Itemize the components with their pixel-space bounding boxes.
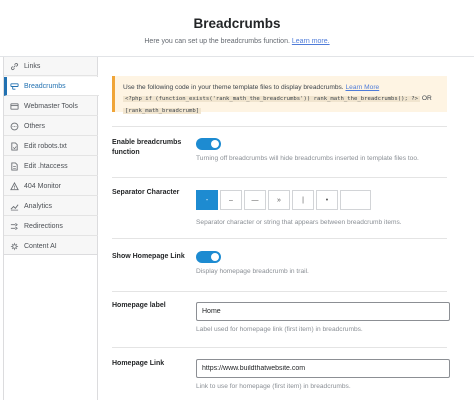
homepage-link-input[interactable] — [196, 359, 450, 378]
notice-text: Use the following code in your theme tem… — [123, 84, 344, 91]
divider — [112, 347, 447, 348]
toggle-knob — [211, 253, 219, 261]
toggle-knob — [211, 140, 219, 148]
enable-breadcrumbs-toggle[interactable] — [196, 138, 221, 150]
show-homepage-link-toggle[interactable] — [196, 251, 221, 263]
sidebar-item-label: Analytics — [24, 202, 53, 210]
sidebar-item-redirections[interactable]: Redirections — [4, 217, 98, 236]
sidebar-item-label: Content AI — [24, 243, 57, 250]
homepage-link-desc: Link to use for homepage (first item) in… — [196, 383, 351, 390]
sidebar-item-label: Others — [24, 122, 46, 130]
enable-breadcrumbs-label: Enable breadcrumbs function — [112, 139, 182, 156]
robots-icon — [10, 141, 19, 151]
breadcrumbs-icon — [10, 82, 19, 91]
subtitle-text: Here you can set up the breadcrumbs func… — [144, 38, 290, 45]
monitor-icon — [10, 181, 19, 191]
settings-content: Use the following code in your theme tem… — [99, 57, 474, 400]
sidebar-item-links[interactable]: Links — [4, 57, 98, 76]
code-notice: Use the following code in your theme tem… — [112, 76, 447, 114]
separator-option-en-dash[interactable]: – — [220, 190, 242, 210]
sidebar-item-label: Breadcrumbs — [24, 82, 66, 90]
custom-separator-input[interactable] — [340, 190, 371, 210]
sidebar-item-others[interactable]: Others — [4, 117, 98, 136]
homepage-label-desc: Label used for homepage link (first item… — [196, 326, 363, 333]
separator-option-raquo[interactable]: » — [268, 190, 290, 210]
webmaster-icon — [10, 102, 19, 111]
homepage-label-label: Homepage label — [112, 302, 166, 309]
divider — [112, 238, 447, 239]
htaccess-icon — [10, 161, 19, 171]
divider — [112, 177, 447, 178]
homepage-label-input[interactable] — [196, 302, 450, 321]
separator-option-hyphen[interactable]: - — [196, 190, 218, 210]
show-homepage-link-label: Show Homepage Link — [112, 253, 185, 260]
sidebar-item-htaccess[interactable]: Edit .htaccess — [4, 157, 98, 176]
sidebar-item-label: Redirections — [24, 222, 63, 230]
shortcode-snippet: [rank_math_breadcrumb] — [123, 108, 202, 114]
learn-more-link[interactable]: Learn more. — [292, 38, 330, 45]
settings-sidebar: Links Breadcrumbs Webmaster Tools Others… — [4, 57, 99, 256]
sidebar-item-content-ai[interactable]: Content AI — [4, 237, 98, 256]
separator-option-em-dash[interactable]: — — [244, 190, 266, 210]
homepage-link-label: Homepage Link — [112, 360, 165, 367]
page-header: Breadcrumbs Here you can set up the brea… — [0, 0, 474, 57]
sidebar-item-label: Webmaster Tools — [24, 102, 78, 110]
page-subtitle: Here you can set up the breadcrumbs func… — [0, 38, 474, 45]
separator-options: - – — » | • — [196, 190, 371, 210]
enable-breadcrumbs-desc: Turning off breadcrumbs will hide breadc… — [196, 155, 419, 162]
link-icon — [10, 62, 19, 71]
notice-learn-more-link[interactable]: Learn More — [345, 84, 379, 91]
separator-desc: Separator character or string that appea… — [196, 219, 402, 226]
sidebar-item-breadcrumbs[interactable]: Breadcrumbs — [4, 77, 99, 96]
redirections-icon — [10, 222, 19, 231]
sidebar-item-404-monitor[interactable]: 404 Monitor — [4, 177, 98, 196]
separator-option-pipe[interactable]: | — [292, 190, 314, 210]
sidebar-filler — [4, 255, 98, 400]
sidebar-item-webmaster-tools[interactable]: Webmaster Tools — [4, 97, 98, 116]
show-homepage-link-desc: Display homepage breadcrumb in trail. — [196, 268, 309, 275]
others-icon — [10, 122, 19, 131]
page-title: Breadcrumbs — [193, 16, 281, 31]
separator-label: Separator Character — [112, 189, 180, 196]
notice-or: OR — [421, 95, 432, 102]
content-ai-icon — [10, 242, 19, 251]
sidebar-item-robots[interactable]: Edit robots.txt — [4, 137, 98, 156]
analytics-icon — [10, 202, 19, 211]
php-code-snippet: <?php if (function_exists('rank_math_the… — [123, 96, 420, 102]
divider — [112, 291, 447, 292]
divider — [112, 126, 447, 127]
sidebar-item-label: Links — [24, 62, 41, 70]
sidebar-item-analytics[interactable]: Analytics — [4, 197, 98, 216]
sidebar-item-label: Edit .htaccess — [24, 162, 68, 170]
separator-option-bullet[interactable]: • — [316, 190, 338, 210]
sidebar-item-label: 404 Monitor — [24, 182, 61, 190]
sidebar-item-label: Edit robots.txt — [24, 142, 67, 150]
